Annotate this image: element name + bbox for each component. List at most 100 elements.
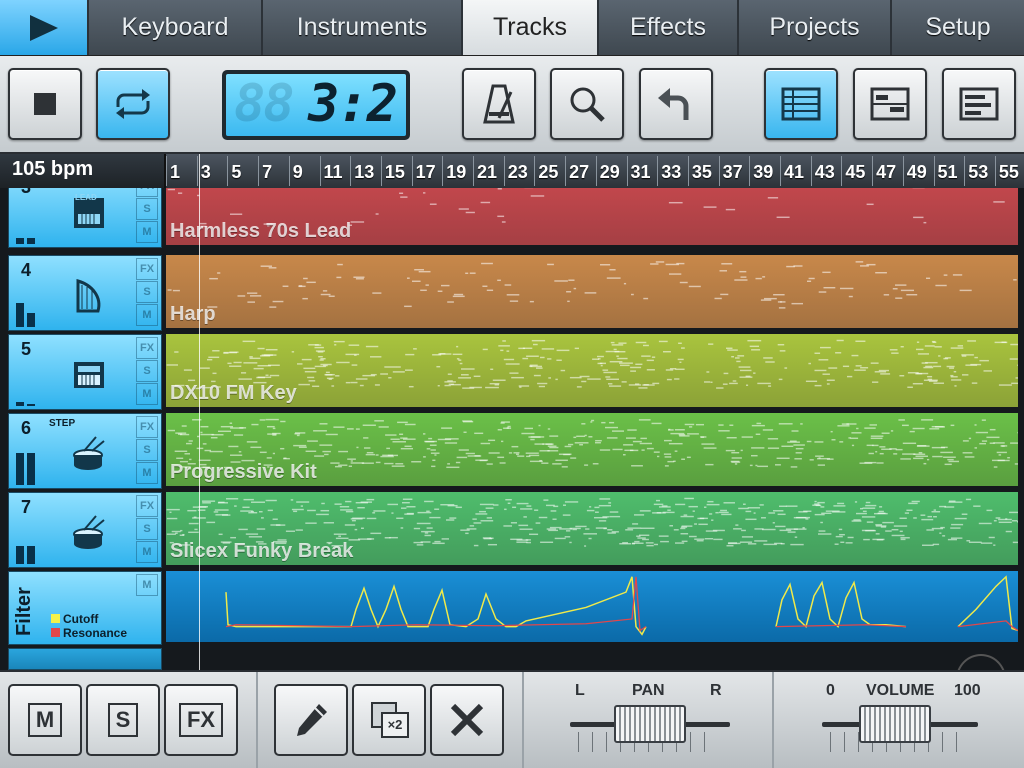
track-solo-toggle[interactable]: S: [136, 518, 158, 540]
automation-header[interactable]: Filter Cutoff Resonance M: [8, 571, 162, 645]
tempo-display[interactable]: 105 bpm: [0, 154, 166, 188]
track-fx-toggle[interactable]: FX: [136, 258, 158, 280]
track-header[interactable]: 3 LEAD FXSM: [8, 188, 162, 248]
duplicate-button[interactable]: ×2: [352, 684, 426, 756]
track-solo-toggle[interactable]: S: [136, 360, 158, 382]
automation-mute-toggle[interactable]: M: [136, 574, 158, 596]
tab-keyboard[interactable]: Keyboard: [89, 0, 263, 55]
metronome-button[interactable]: [462, 68, 536, 140]
ruler-tick: [166, 156, 167, 186]
ruler-bar-number: 41: [784, 162, 805, 182]
scroll-handle-icon[interactable]: [956, 654, 1006, 670]
solo-button-label: S: [107, 703, 139, 737]
ruler-tick: [473, 156, 474, 186]
track-header[interactable]: 4 FX S M: [8, 255, 162, 331]
track-fx-toggle[interactable]: FX: [136, 495, 158, 517]
legend-resonance: Resonance: [51, 626, 127, 640]
timeline-ruler[interactable]: 105 bpm 1 3 5 7 9 11 13 15 17 19 21 23 25 27 29 31 33 35 3…: [0, 154, 1024, 188]
track-lane[interactable]: DX10 FM Key: [166, 334, 1018, 410]
track-solo-toggle[interactable]: S: [136, 281, 158, 303]
ruler-tick: [319, 156, 321, 186]
ruler-bar-number: 3: [200, 162, 211, 182]
ruler-tick: [718, 156, 720, 186]
synth-keyboard-icon: [67, 353, 111, 397]
track-lane[interactable]: Progressive Kit: [166, 413, 1018, 489]
volume-min-label: 0: [826, 682, 835, 699]
track-fx-toggle[interactable]: FX: [136, 416, 158, 438]
level-meter: [16, 524, 38, 564]
pan-slider-knob[interactable]: [614, 705, 686, 743]
zoom-button[interactable]: [550, 68, 624, 140]
pencil-icon: [297, 704, 327, 736]
ruler-tick: [595, 156, 597, 186]
track-header[interactable]: 5 FX S M: [8, 334, 162, 410]
ruler-tick: [227, 156, 229, 186]
undo-button[interactable]: [639, 68, 713, 140]
fl-studio-mobile-window: Keyboard Instruments Tracks Effects Proj…: [0, 0, 1024, 768]
note-pattern: [167, 261, 1017, 309]
track-name: Progressive Kit: [170, 461, 317, 483]
song-position-display: 88 3:2: [222, 70, 410, 140]
tab-setup[interactable]: Setup: [892, 0, 1024, 55]
track-fx-toggle[interactable]: FX: [136, 188, 158, 197]
pattern-view-button[interactable]: [853, 68, 927, 140]
ruler-bar-number: 53: [968, 162, 989, 182]
track-number: 4: [21, 260, 32, 280]
tab-effects[interactable]: Effects: [599, 0, 739, 55]
metronome-icon: [483, 84, 515, 124]
mixer-view-icon: [959, 87, 999, 121]
delete-button[interactable]: [430, 684, 504, 756]
mixer-view-button[interactable]: [942, 68, 1016, 140]
duplicate-label: ×2: [381, 712, 409, 738]
fx-button[interactable]: FX: [164, 684, 238, 756]
level-meter: [16, 366, 38, 406]
ruler-bar-number: 55: [998, 162, 1019, 182]
ruler-tick: [994, 156, 996, 186]
ruler-bar-number: 29: [599, 162, 620, 182]
draw-button[interactable]: [274, 684, 348, 756]
ruler-tick: [196, 156, 198, 186]
track-header[interactable]: 7 FX S M: [8, 492, 162, 568]
mute-button[interactable]: M: [8, 684, 82, 756]
next-track-header-partial[interactable]: [8, 648, 162, 670]
lcd-ghost-digits: 88: [234, 74, 295, 134]
automation-lane[interactable]: [166, 571, 1018, 645]
zoom-icon: [570, 87, 605, 122]
ruler-bar-number: 45: [845, 162, 866, 182]
ruler-bar-number: 37: [722, 162, 743, 182]
track-mute-toggle[interactable]: M: [136, 383, 158, 405]
track-mute-toggle[interactable]: M: [136, 462, 158, 484]
track-lane[interactable]: Harmless 70s Lead: [166, 188, 1018, 248]
track-header[interactable]: 6 STEP FX S M: [8, 413, 162, 489]
loop-button[interactable]: [96, 68, 170, 140]
main-tab-bar: Keyboard Instruments Tracks Effects Proj…: [0, 0, 1024, 56]
play-button[interactable]: [0, 0, 89, 55]
level-meter: [16, 445, 38, 485]
track-lane[interactable]: Slicex Funky Break: [166, 492, 1018, 568]
tab-instruments[interactable]: Instruments: [263, 0, 463, 55]
track-solo-toggle[interactable]: S: [136, 198, 158, 220]
track-mute-toggle[interactable]: M: [136, 304, 158, 326]
track-solo-toggle[interactable]: S: [136, 439, 158, 461]
fx-button-label: FX: [178, 703, 224, 737]
ruler-tick: [503, 156, 505, 186]
ruler-tick: [964, 156, 966, 186]
track-view-button[interactable]: [764, 68, 838, 140]
ruler-tick: [841, 156, 843, 186]
solo-button[interactable]: S: [86, 684, 160, 756]
play-icon: [29, 14, 58, 41]
track-mute-toggle[interactable]: M: [136, 541, 158, 563]
level-meter: [16, 287, 38, 327]
track-fx-toggle[interactable]: FX: [136, 337, 158, 359]
tab-tracks[interactable]: Tracks: [463, 0, 599, 55]
track-lane[interactable]: Harp: [166, 255, 1018, 331]
tab-projects[interactable]: Projects: [739, 0, 892, 55]
ruler-bar-number: 33: [661, 162, 682, 182]
stop-button[interactable]: [8, 68, 82, 140]
track-name: Slicex Funky Break: [170, 540, 354, 562]
automation-label: Filter: [12, 586, 35, 636]
playhead[interactable]: [199, 154, 200, 670]
volume-slider-knob[interactable]: [859, 705, 932, 743]
track-name: Harmless 70s Lead: [170, 220, 352, 242]
track-mute-toggle[interactable]: M: [136, 221, 158, 243]
